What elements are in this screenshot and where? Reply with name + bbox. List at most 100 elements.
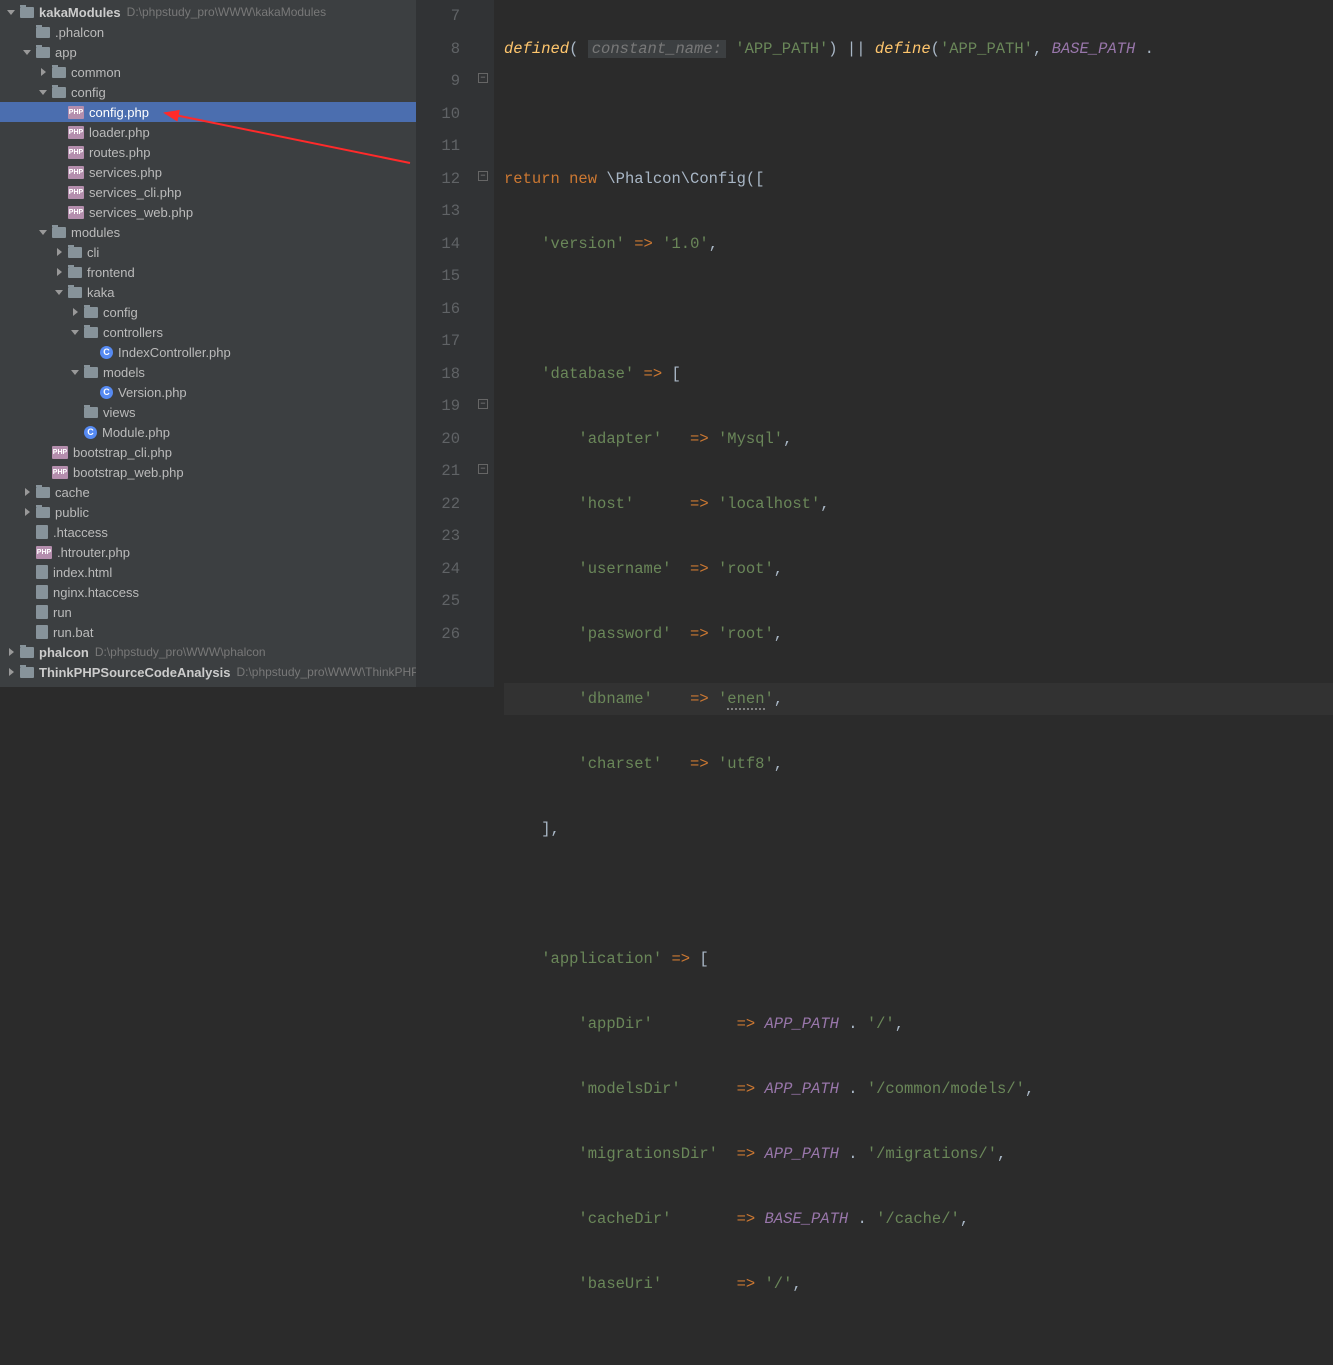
tree-node-routes-php[interactable]: routes.php	[0, 142, 416, 162]
tree-node-label: frontend	[87, 265, 135, 280]
tree-node-label: config	[71, 85, 106, 100]
folder-icon	[20, 7, 34, 18]
line-number: 19	[416, 390, 460, 423]
class-file-icon	[100, 386, 113, 399]
tree-node-run-bat[interactable]: run.bat	[0, 622, 416, 642]
code-area[interactable]: defined( constant_name: 'APP_PATH') || d…	[494, 0, 1333, 687]
expand-arrow-icon[interactable]	[38, 67, 48, 77]
php-file-icon	[68, 146, 84, 159]
line-number: 18	[416, 358, 460, 391]
php-file-icon	[36, 546, 52, 559]
tree-node-label: common	[71, 65, 121, 80]
line-number: 7	[416, 0, 460, 33]
folder-icon	[20, 647, 34, 658]
tree-node-app[interactable]: app	[0, 42, 416, 62]
line-number: 26	[416, 618, 460, 651]
tree-node--htaccess[interactable]: .htaccess	[0, 522, 416, 542]
php-file-icon	[52, 466, 68, 479]
expand-arrow-icon[interactable]	[38, 87, 48, 97]
tree-node--htrouter-php[interactable]: .htrouter.php	[0, 542, 416, 562]
line-number: 25	[416, 585, 460, 618]
tree-node-models[interactable]: models	[0, 362, 416, 382]
code-line: 'baseUri' => '/',	[504, 1268, 1333, 1301]
tree-node-label: bootstrap_web.php	[73, 465, 184, 480]
tree-node-indexcontroller-php[interactable]: IndexController.php	[0, 342, 416, 362]
tree-node-label: services_cli.php	[89, 185, 182, 200]
tree-node-label: .htrouter.php	[57, 545, 130, 560]
tree-node-config[interactable]: config	[0, 82, 416, 102]
tree-node-module-php[interactable]: Module.php	[0, 422, 416, 442]
tree-node-controllers[interactable]: controllers	[0, 322, 416, 342]
fold-mark-icon[interactable]: −	[478, 171, 488, 181]
fold-mark-icon[interactable]: −	[478, 464, 488, 474]
tree-node-cache[interactable]: cache	[0, 482, 416, 502]
code-line: 'adapter' => 'Mysql',	[504, 423, 1333, 456]
line-number: 8	[416, 33, 460, 66]
tree-node-label: Module.php	[102, 425, 170, 440]
tree-node-label: nginx.htaccess	[53, 585, 139, 600]
tree-node-config-php[interactable]: config.php	[0, 102, 416, 122]
folder-icon	[84, 307, 98, 318]
php-file-icon	[52, 446, 68, 459]
expand-arrow-icon[interactable]	[22, 487, 32, 497]
tree-node-phalcon[interactable]: phalconD:\phpstudy_pro\WWW\phalcon	[0, 642, 416, 662]
tree-node-public[interactable]: public	[0, 502, 416, 522]
expand-arrow-icon[interactable]	[54, 267, 64, 277]
expand-arrow-icon[interactable]	[54, 247, 64, 257]
expand-arrow-icon[interactable]	[70, 327, 80, 337]
tree-node-config[interactable]: config	[0, 302, 416, 322]
line-number: 16	[416, 293, 460, 326]
tree-node-services-cli-php[interactable]: services_cli.php	[0, 182, 416, 202]
expand-arrow-icon[interactable]	[6, 647, 16, 657]
tree-node-label: phalcon	[39, 645, 89, 660]
folder-icon	[68, 247, 82, 258]
tree-node-thinkphpsourcecodeanalysis[interactable]: ThinkPHPSourceCodeAnalysisD:\phpstudy_pr…	[0, 662, 416, 682]
project-tree-sidebar[interactable]: kakaModulesD:\phpstudy_pro\WWW\kakaModul…	[0, 0, 416, 687]
fold-mark-icon[interactable]: −	[478, 399, 488, 409]
tree-node-index-html[interactable]: index.html	[0, 562, 416, 582]
tree-node-kaka[interactable]: kaka	[0, 282, 416, 302]
expand-arrow-icon[interactable]	[6, 7, 16, 17]
tree-node-frontend[interactable]: frontend	[0, 262, 416, 282]
tree-node--phalcon[interactable]: .phalcon	[0, 22, 416, 42]
code-line: 'host' => 'localhost',	[504, 488, 1333, 521]
code-line: 'appDir' => APP_PATH . '/',	[504, 1008, 1333, 1041]
tree-node-label: Version.php	[118, 385, 187, 400]
line-number: 20	[416, 423, 460, 456]
tree-node-views[interactable]: views	[0, 402, 416, 422]
folder-icon	[52, 227, 66, 238]
tree-node-kakamodules[interactable]: kakaModulesD:\phpstudy_pro\WWW\kakaModul…	[0, 2, 416, 22]
code-line: 'modelsDir' => APP_PATH . '/common/model…	[504, 1073, 1333, 1106]
tree-node-cli[interactable]: cli	[0, 242, 416, 262]
expand-arrow-icon[interactable]	[38, 227, 48, 237]
expand-arrow-icon[interactable]	[70, 367, 80, 377]
tree-node-loader-php[interactable]: loader.php	[0, 122, 416, 142]
tree-node-services-php[interactable]: services.php	[0, 162, 416, 182]
tree-node-bootstrap-web-php[interactable]: bootstrap_web.php	[0, 462, 416, 482]
tree-node-nginx-htaccess[interactable]: nginx.htaccess	[0, 582, 416, 602]
tree-node-common[interactable]: common	[0, 62, 416, 82]
tree-node-services-web-php[interactable]: services_web.php	[0, 202, 416, 222]
expand-arrow-icon[interactable]	[54, 287, 64, 297]
fold-column[interactable]: − − − −	[478, 0, 494, 687]
expand-arrow-icon[interactable]	[22, 507, 32, 517]
tree-node-modules[interactable]: modules	[0, 222, 416, 242]
tree-node-path: D:\phpstudy_pro\WWW\kakaModules	[127, 5, 326, 19]
expand-arrow-icon[interactable]	[6, 667, 16, 677]
tree-node-bootstrap-cli-php[interactable]: bootstrap_cli.php	[0, 442, 416, 462]
code-editor[interactable]: 7891011121314151617181920212223242526 − …	[416, 0, 1333, 687]
tree-node-label: config.php	[89, 105, 149, 120]
generic-file-icon	[36, 585, 48, 599]
expand-arrow-icon[interactable]	[22, 47, 32, 57]
line-number: 10	[416, 98, 460, 131]
expand-arrow-icon[interactable]	[70, 307, 80, 317]
code-line: 'database' => [	[504, 358, 1333, 391]
fold-mark-icon[interactable]: −	[478, 73, 488, 83]
generic-file-icon	[36, 565, 48, 579]
tree-node-run[interactable]: run	[0, 602, 416, 622]
tree-node-version-php[interactable]: Version.php	[0, 382, 416, 402]
line-number: 9	[416, 65, 460, 98]
code-line: defined( constant_name: 'APP_PATH') || d…	[504, 33, 1333, 66]
folder-icon	[52, 87, 66, 98]
php-file-icon	[68, 186, 84, 199]
